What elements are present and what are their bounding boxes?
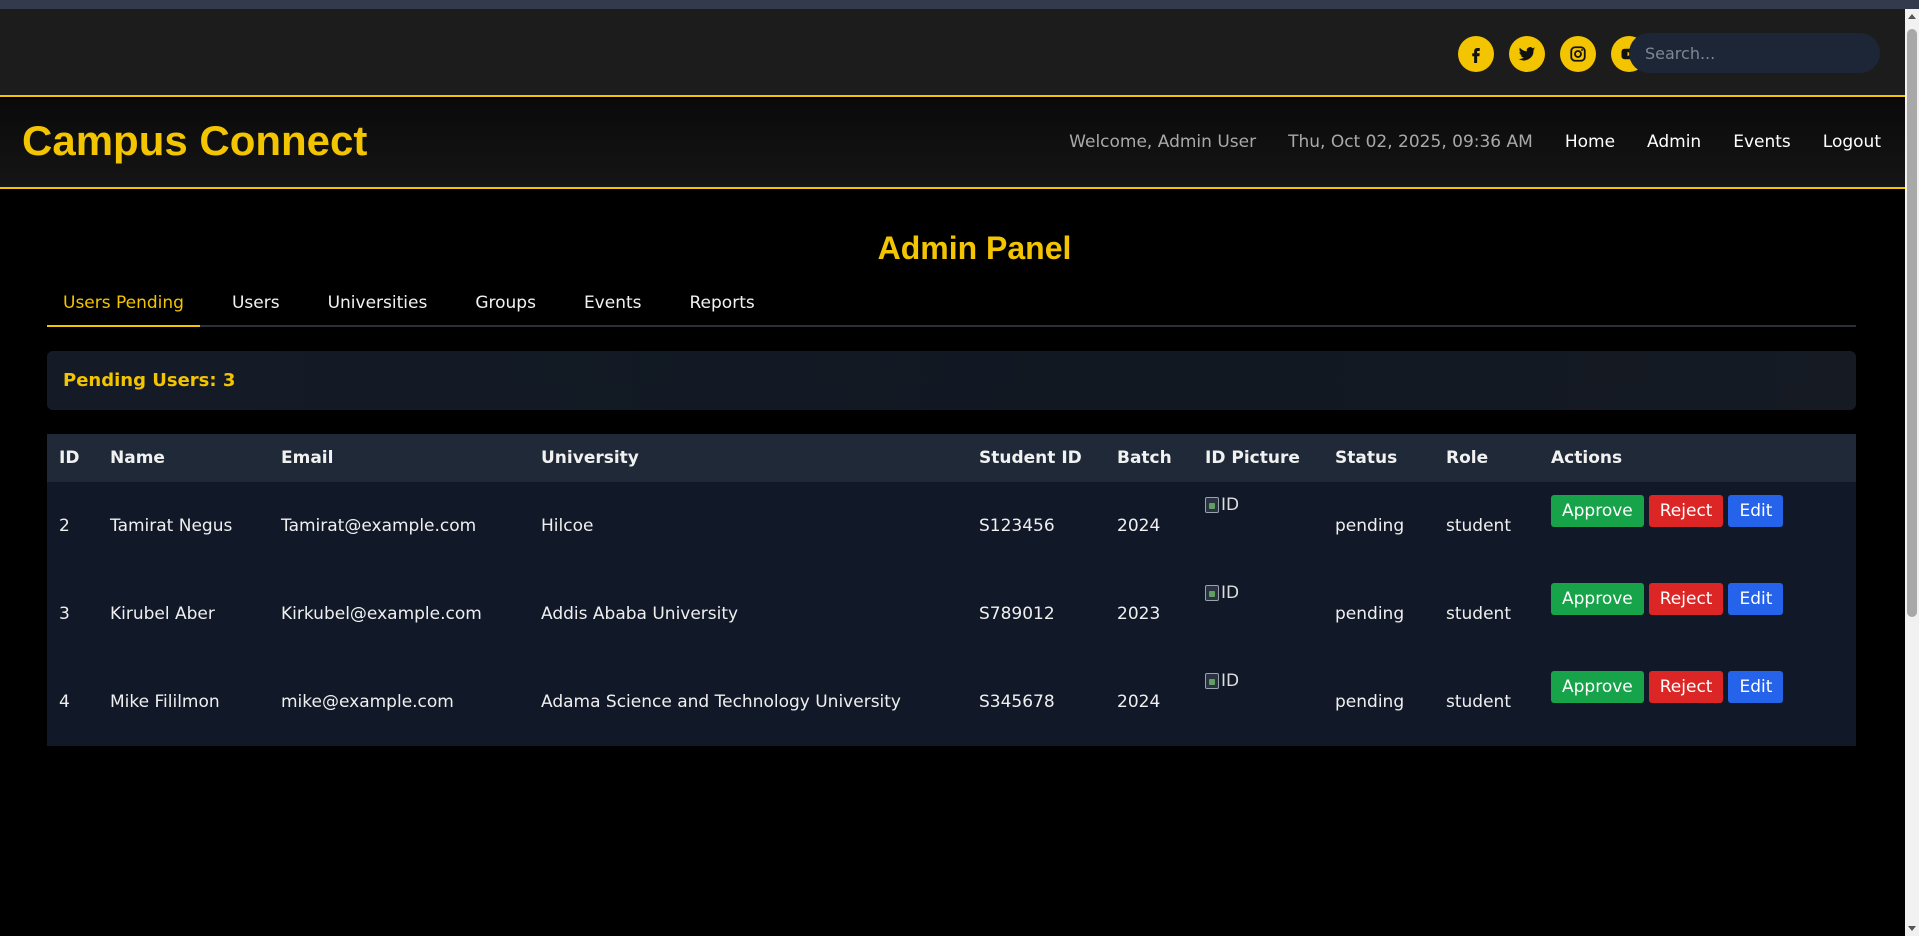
current-datetime: Thu, Oct 02, 2025, 09:36 AM [1288,132,1533,152]
main-nav: Welcome, Admin User Thu, Oct 02, 2025, 0… [1069,132,1881,152]
pending-users-table: ID Name Email University Student ID Batc… [47,434,1856,746]
cell-status: pending [1335,692,1405,712]
tab-users[interactable]: Users [216,285,296,325]
cell-actions: Approve Reject Edit [1539,482,1856,570]
col-email: Email [281,448,334,468]
page-scrollbar[interactable] [1905,9,1919,936]
cell-university: Addis Ababa University [541,604,739,624]
nav-home[interactable]: Home [1565,132,1615,152]
site-header: Campus Connect Welcome, Admin User Thu, … [0,99,1905,189]
cell-actions: Approve Reject Edit [1539,570,1856,658]
social-links [1458,36,1647,72]
reject-button[interactable]: Reject [1648,495,1724,527]
table-row: 2 Tamirat Negus Tamirat@example.com Hilc… [47,482,1856,570]
cell-student-id: S789012 [979,604,1055,624]
id-picture[interactable]: ID [1205,583,1239,603]
cell-role: student [1446,604,1511,624]
tab-groups[interactable]: Groups [459,285,552,325]
pending-summary: Pending Users: 3 [47,351,1856,410]
col-university: University [541,448,639,468]
id-picture[interactable]: ID [1205,671,1239,691]
scroll-up-arrow-icon[interactable] [1908,14,1916,19]
scrollbar-thumb[interactable] [1907,29,1917,617]
cell-batch: 2024 [1117,516,1161,536]
approve-button[interactable]: Approve [1551,583,1644,615]
table-header-row: ID Name Email University Student ID Batc… [47,434,1856,482]
cell-student-id: S123456 [979,516,1055,536]
nav-logout[interactable]: Logout [1823,132,1881,152]
col-batch: Batch [1117,448,1172,468]
cell-id-picture: ID [1193,482,1323,570]
twitter-icon[interactable] [1509,36,1545,72]
page-title: Admin Panel [877,230,1072,266]
cell-role: student [1446,516,1511,536]
id-picture[interactable]: ID [1205,495,1239,515]
welcome-text: Welcome, Admin User [1069,132,1257,152]
cell-email: Tamirat@example.com [281,516,477,536]
cell-name: Kirubel Aber [110,604,215,624]
col-id-picture: ID Picture [1205,448,1300,468]
cell-id: 4 [59,692,70,712]
admin-tabs: Users Pending Users Universities Groups … [47,285,1856,327]
broken-image-icon [1205,497,1219,513]
nav-admin[interactable]: Admin [1647,132,1701,152]
cell-batch: 2023 [1117,604,1161,624]
top-bar [0,9,1905,97]
broken-image-icon [1205,673,1219,689]
edit-button[interactable]: Edit [1728,671,1784,703]
cell-actions: Approve Reject Edit [1539,658,1856,746]
reject-button[interactable]: Reject [1648,671,1724,703]
instagram-icon[interactable] [1560,36,1596,72]
browser-top-strip [0,0,1919,9]
cell-id: 3 [59,604,70,624]
cell-id-picture: ID [1193,570,1323,658]
col-student-id: Student ID [979,448,1082,468]
cell-email: mike@example.com [281,692,454,712]
col-name: Name [110,448,165,468]
nav-events[interactable]: Events [1733,132,1791,152]
cell-role: student [1446,692,1511,712]
pending-count: Pending Users: 3 [63,370,236,391]
col-role: Role [1446,448,1489,468]
cell-name: Mike Fililmon [110,692,220,712]
cell-status: pending [1335,516,1405,536]
brand-title[interactable]: Campus Connect [22,117,367,165]
reject-button[interactable]: Reject [1648,583,1724,615]
approve-button[interactable]: Approve [1551,495,1644,527]
col-actions: Actions [1551,448,1623,468]
scroll-down-arrow-icon[interactable] [1908,926,1916,931]
search-input[interactable] [1629,33,1880,73]
facebook-icon[interactable] [1458,36,1494,72]
col-id: ID [59,448,80,468]
col-status: Status [1335,448,1398,468]
edit-button[interactable]: Edit [1728,583,1784,615]
cell-student-id: S345678 [979,692,1055,712]
broken-image-icon [1205,585,1219,601]
cell-id: 2 [59,516,70,536]
cell-batch: 2024 [1117,692,1161,712]
approve-button[interactable]: Approve [1551,671,1644,703]
table-row: 3 Kirubel Aber Kirkubel@example.com Addi… [47,570,1856,658]
cell-email: Kirkubel@example.com [281,604,482,624]
tab-users-pending[interactable]: Users Pending [47,285,200,327]
cell-status: pending [1335,604,1405,624]
tab-reports[interactable]: Reports [674,285,771,325]
tab-events[interactable]: Events [568,285,658,325]
edit-button[interactable]: Edit [1728,495,1784,527]
cell-university: Adama Science and Technology University [541,692,901,712]
table-row: 4 Mike Fililmon mike@example.com Adama S… [47,658,1856,746]
admin-panel: Admin Panel Users Pending Users Universi… [47,230,1856,746]
tab-universities[interactable]: Universities [312,285,444,325]
cell-university: Hilcoe [541,516,594,536]
cell-name: Tamirat Negus [110,516,233,536]
cell-id-picture: ID [1193,658,1323,746]
